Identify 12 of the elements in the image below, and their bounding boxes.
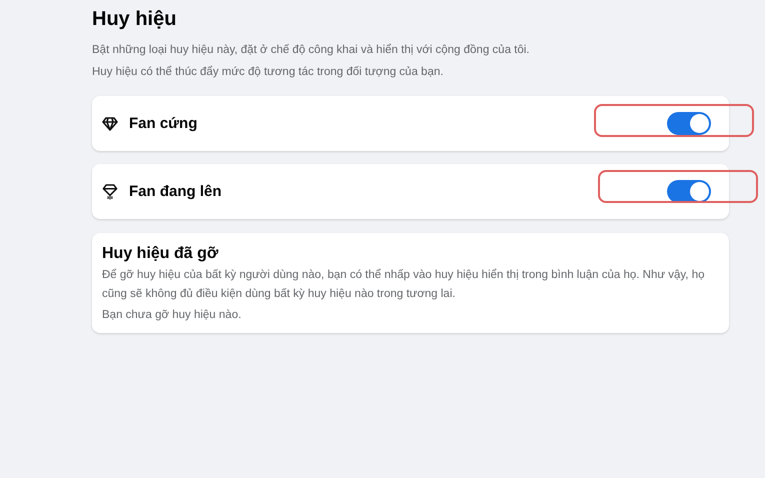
diamond-icon (102, 116, 118, 132)
toggle-switch[interactable] (667, 112, 711, 135)
status-text: Bạn chưa gỡ huy hiệu nào. (102, 309, 242, 321)
card-title: Huy hiệu đã gỡ (102, 245, 220, 263)
section-description: Bật những loại huy hiệu này, đặt ở chế độ công khai và hiển thị với cộng đồng của tôi. (92, 42, 530, 58)
section-description: Huy hiệu có thể thúc đẩy mức độ tương tác trong đối tượng của bạn. (92, 64, 444, 80)
toggle-switch[interactable] (667, 180, 711, 203)
badge-label: Fan cứng (129, 115, 198, 132)
card-description: Để gỡ huy hiệu của bất kỳ người dùng nào, bạn có thể nhấp vào huy hiệu hiển thị trong bình luận của họ. Như vậy, họ cũng sẽ không đủ điều kiện dùng bất kỳ huy hiệu nào trong tương lai. (102, 268, 706, 302)
diamond-icon (102, 184, 118, 200)
badge-label: Fan đang lên (129, 183, 223, 200)
section-title: Huy hiệu (92, 8, 178, 31)
